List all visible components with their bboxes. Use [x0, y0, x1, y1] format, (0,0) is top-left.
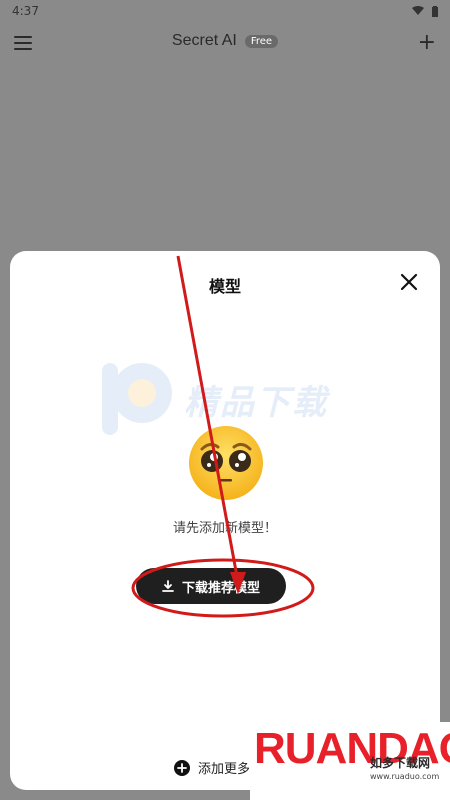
add-more-button[interactable]: 添加更多 — [174, 758, 250, 777]
status-time: 4:37 — [12, 4, 39, 18]
status-icons — [412, 5, 438, 17]
app-bar: Secret AI Free + — [0, 24, 450, 64]
add-chat-icon[interactable]: + — [418, 32, 436, 54]
status-bar: 4:37 — [0, 0, 450, 22]
sheet-title: 模型 — [208, 277, 241, 296]
plan-badge: Free — [244, 34, 279, 48]
add-circle-icon — [174, 759, 190, 776]
title-group: Secret AI Free — [0, 32, 450, 50]
logo-url: www.ruaduo.com — [370, 772, 440, 781]
model-bottom-sheet: 模型 精品下载 请先添加新模型！ 下载推荐模型 添加更多 — [10, 251, 440, 790]
pleading-face-icon — [189, 426, 263, 500]
download-recommended-button[interactable]: 下载推荐模型 — [136, 568, 286, 604]
app-title: Secret AI — [171, 32, 237, 49]
wifi-icon — [412, 6, 424, 15]
site-logo: RUANDAO 如多下载网 www.ruaduo.com — [250, 722, 450, 800]
add-more-label: 添加更多 — [198, 762, 251, 777]
download-button-label: 下载推荐模型 — [181, 580, 260, 596]
watermark-logo-icon — [102, 363, 172, 435]
download-icon — [162, 580, 174, 592]
empty-message: 请先添加新模型！ — [172, 521, 277, 536]
logo-subtitle: 如多下载网 — [370, 756, 431, 770]
watermark-text: 精品下载 — [184, 383, 328, 423]
battery-icon — [432, 5, 438, 17]
close-icon[interactable] — [400, 273, 418, 291]
